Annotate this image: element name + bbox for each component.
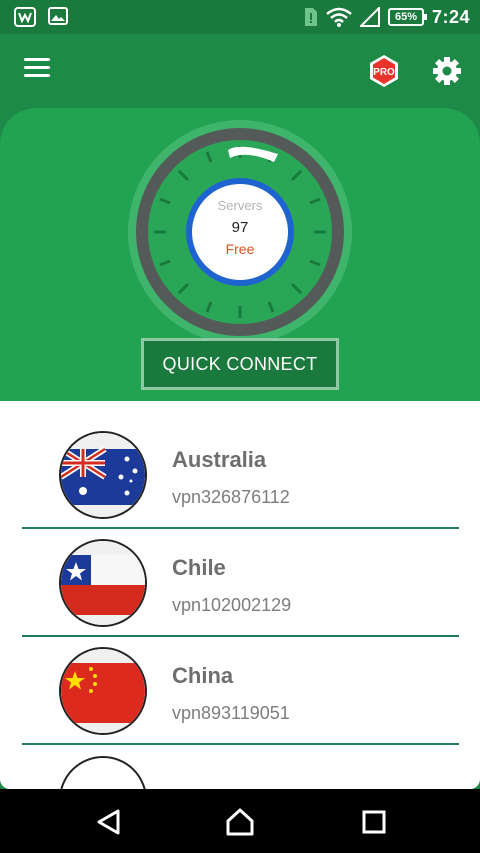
pro-badge-icon: PRO: [370, 55, 398, 87]
clock: 7:24: [431, 6, 470, 27]
settings-button[interactable]: [432, 56, 462, 86]
vpn-app-icon: [14, 7, 36, 27]
server-host: vpn893119051: [172, 703, 290, 723]
back-button[interactable]: [94, 807, 124, 837]
status-right-icons: 65% 7:24: [304, 6, 470, 28]
status-left-icons: [14, 7, 68, 27]
recents-button[interactable]: [359, 807, 389, 837]
server-host: vpn326876112: [172, 487, 290, 507]
gear-icon: [433, 57, 461, 85]
server-count-display: Servers 97 Free: [186, 178, 294, 286]
image-notification-icon: [48, 7, 68, 25]
australia-flag-icon: [59, 431, 147, 519]
wifi-icon: [326, 7, 352, 27]
sim-alert-icon: [304, 8, 317, 26]
server-country: Australia: [172, 447, 267, 472]
pro-button[interactable]: PRO: [367, 54, 401, 88]
hamburger-menu-icon: [24, 58, 52, 77]
partial-flag-icon: [59, 756, 147, 789]
server-row-china[interactable]: China vpn893119051: [22, 637, 459, 745]
system-nav-bar: [0, 789, 480, 853]
menu-button[interactable]: [24, 58, 52, 82]
cell-signal-icon: [359, 7, 380, 27]
server-country: Chile: [172, 555, 226, 580]
server-dial: Servers 97 Free: [128, 120, 352, 344]
square-recents-icon: [362, 810, 386, 834]
server-row-chile[interactable]: Chile vpn102002129: [22, 529, 459, 637]
server-count: 97: [231, 219, 249, 236]
china-flag-icon: [59, 647, 147, 735]
server-country: China: [172, 663, 234, 688]
connection-panel: Servers 97 Free QUICK CONNECT: [0, 108, 480, 408]
triangle-back-icon: [97, 809, 120, 835]
tier-label: Free: [225, 241, 255, 257]
status-bar: 65% 7:24: [0, 0, 480, 34]
quick-connect-button[interactable]: QUICK CONNECT: [141, 338, 339, 390]
server-row-australia[interactable]: Australia vpn326876112: [22, 421, 459, 529]
servers-label: Servers: [217, 198, 263, 213]
battery-indicator: 65%: [387, 8, 427, 26]
app-bar: PRO: [0, 34, 480, 108]
server-list: Australia vpn326876112 Chile vpn10200212…: [0, 401, 480, 789]
pro-badge-label: PRO: [373, 67, 395, 78]
chile-flag-icon: [59, 539, 147, 627]
server-host: vpn102002129: [172, 595, 292, 615]
home-button[interactable]: [225, 807, 255, 837]
home-icon: [226, 808, 254, 836]
